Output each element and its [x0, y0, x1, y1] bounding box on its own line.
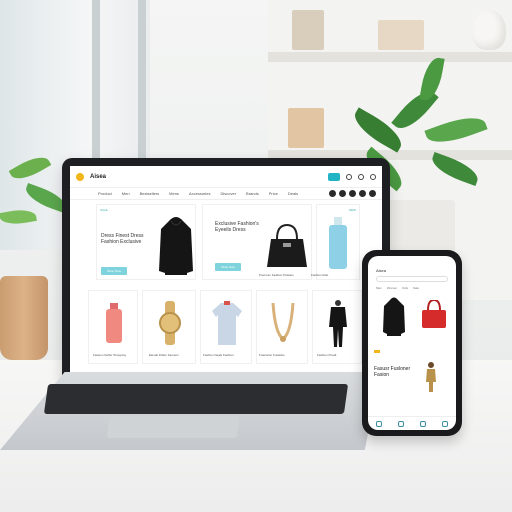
social-icons [329, 190, 376, 197]
product-caption: Fashion Prealt [317, 353, 337, 357]
user-icon[interactable] [358, 173, 364, 180]
trackpad [106, 416, 240, 438]
menu-item[interactable]: Product [98, 191, 112, 196]
product-card[interactable]: Fassion Duffer Shopping [88, 290, 138, 364]
phone-hoodie-image[interactable] [382, 296, 406, 336]
brand-logo[interactable]: Aisea [90, 174, 106, 180]
social-icon[interactable] [359, 190, 366, 197]
promo-card-hoodie[interactable]: SALE Dress Finest Dress Fashion Exclusiv… [96, 204, 196, 280]
blue-bottle-image [329, 217, 347, 269]
menu-item[interactable]: Mens [169, 191, 179, 196]
top-nav: Aisea [70, 166, 382, 188]
phone-search-input[interactable] [376, 276, 448, 282]
product-caption: Fashion Deals Fashion [203, 353, 234, 357]
black-handbag-image [267, 223, 307, 267]
shop-now-button[interactable]: Shop Now [215, 263, 241, 271]
necklace-image [271, 303, 295, 342]
product-caption: Fraesslon Fussilios [259, 353, 285, 357]
social-icon[interactable] [329, 190, 336, 197]
social-icon[interactable] [349, 190, 356, 197]
product-caption: Fashion Ibiat [311, 273, 329, 277]
phone-red-bag-image[interactable] [420, 300, 448, 330]
phone-tab[interactable]: Men [376, 286, 382, 290]
social-icon[interactable] [339, 190, 346, 197]
social-icon[interactable] [369, 190, 376, 197]
phone-figure-image[interactable] [424, 362, 438, 392]
black-suit-image [329, 300, 347, 347]
heart-icon[interactable] [398, 420, 404, 427]
product-caption: Elevati Fidlen Fanuton [149, 353, 179, 357]
promo-card-bottle[interactable]: NEW Fashion Ibiat [311, 204, 360, 280]
cart-icon[interactable] [370, 173, 376, 180]
phone-tab[interactable]: Women [387, 286, 397, 290]
menu-item[interactable]: Accessories [189, 191, 211, 196]
phone-screen: Aisea Men Women Kids Sale Fasusr Fuslone… [368, 256, 456, 430]
menu-item[interactable]: Discover [220, 191, 236, 196]
sale-tag: SALE [100, 208, 108, 212]
search-icon[interactable] [346, 173, 352, 180]
phone-bottom-nav [368, 416, 456, 430]
product-card[interactable]: Fashion Deals Fashion [200, 290, 252, 364]
phone-brand-logo[interactable]: Aisea [376, 268, 386, 273]
shirt-image [212, 301, 242, 345]
phone-badge [374, 350, 380, 354]
black-hoodie-image [159, 217, 193, 275]
product-card[interactable]: Fraesslon Fussilios [256, 290, 308, 364]
product-caption: Premium Faaliion Paistioo [259, 273, 294, 277]
menu-item[interactable]: Deals [288, 191, 298, 196]
bag-icon[interactable] [420, 420, 426, 427]
phone-tab[interactable]: Sale [413, 286, 419, 290]
product-card[interactable]: Elevati Fidlen Fanuton [142, 290, 196, 364]
books [288, 108, 324, 148]
product-card[interactable]: Fashion Prealt [312, 290, 362, 364]
home-icon[interactable] [376, 420, 382, 427]
lotion-bottle-image [106, 303, 122, 343]
books [292, 10, 324, 50]
shop-now-button[interactable]: Shop Now [101, 267, 127, 275]
keyboard [43, 384, 349, 414]
new-tag: NEW [349, 208, 356, 212]
laptop-screen: Aisea Product Men Bestsellers Mens Acces… [70, 166, 382, 372]
phone-tabs: Men Women Kids Sale [376, 286, 419, 290]
photo-scene: Aisea Product Men Bestsellers Mens Acces… [0, 0, 512, 512]
product-caption: Fassion Duffer Shopping [93, 353, 126, 357]
menu-item[interactable]: Men [122, 191, 130, 196]
menu-item[interactable]: Bestsellers [140, 191, 160, 196]
phone-headline: Fasusr Fusloner Fasion [374, 366, 411, 378]
promo-headline: Dress Finest Dress Fashion Exclusive [101, 233, 144, 245]
pot-left [0, 276, 48, 360]
menu-item[interactable]: Brands [246, 191, 259, 196]
gold-watch-image [159, 301, 181, 345]
logo-icon [76, 172, 84, 181]
promo-card-bag[interactable]: Exclusive Fashion's Eyeelis Dress Shop N… [202, 204, 312, 280]
promo-headline: Exclusive Fashion's Eyeelis Dress [215, 221, 259, 233]
menu-item[interactable]: Price [269, 191, 278, 196]
phone-tab[interactable]: Kids [402, 286, 408, 290]
user-icon[interactable] [442, 420, 448, 427]
search-button[interactable] [328, 172, 340, 181]
